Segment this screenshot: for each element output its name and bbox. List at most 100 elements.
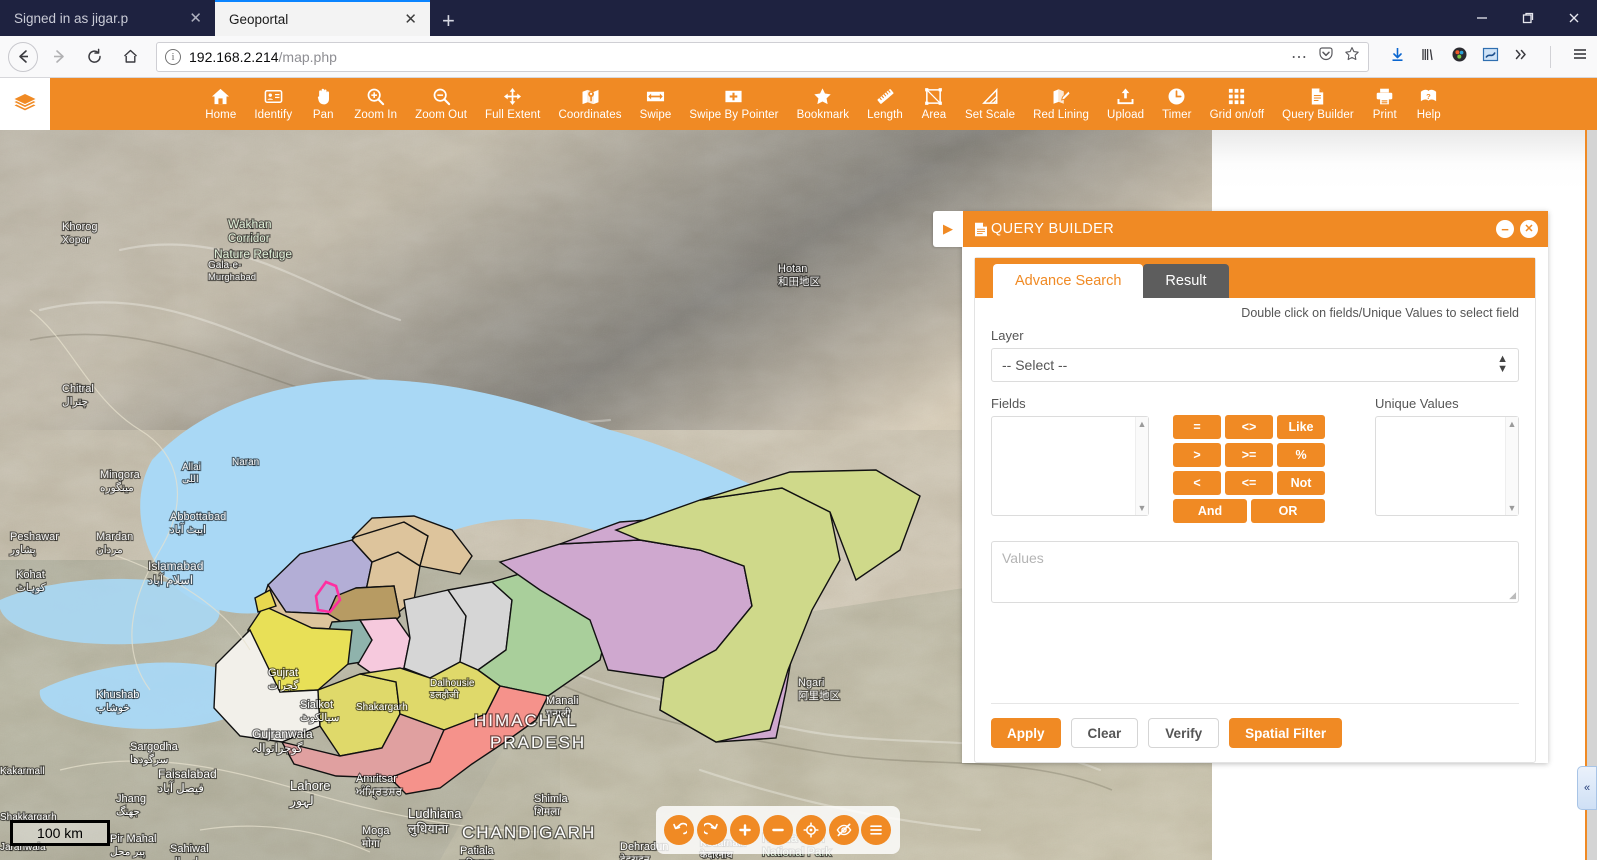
- downloads-icon[interactable]: [1389, 46, 1406, 68]
- toolbar-item-grid[interactable]: Grid on/off: [1201, 83, 1274, 125]
- toolbar-item-swipe-by-pointer[interactable]: Swipe By Pointer: [680, 83, 787, 125]
- overflow-icon[interactable]: [1513, 46, 1530, 68]
- map-label-sub: اللی: [182, 474, 199, 485]
- toolbar-item-area[interactable]: Area: [912, 83, 956, 125]
- resize-grip-icon[interactable]: ◢: [1509, 590, 1516, 601]
- app-toolbar-items: Home Identify Pan Zoom In Zoom Out Full …: [50, 78, 1597, 130]
- library-icon[interactable]: [1420, 46, 1437, 68]
- window-controls: [1459, 0, 1597, 36]
- clear-button[interactable]: Clear: [1070, 718, 1139, 748]
- query-builder-footer: Apply Clear Verify Spatial Filter: [991, 703, 1519, 762]
- operator-less-equal[interactable]: <=: [1225, 471, 1273, 495]
- toolbar-item-home[interactable]: Home: [196, 83, 245, 125]
- map-label: Khorog: [62, 221, 97, 233]
- back-button[interactable]: [8, 41, 38, 72]
- operator-equals[interactable]: =: [1173, 415, 1221, 439]
- toolbar-item-print[interactable]: Print: [1363, 83, 1407, 125]
- home-button[interactable]: [114, 41, 146, 73]
- scroll-down-icon: ▼: [1137, 503, 1147, 513]
- toolbar-item-help[interactable]: ? Help: [1407, 83, 1451, 125]
- operator-greater-equal[interactable]: >=: [1225, 443, 1273, 467]
- apply-button[interactable]: Apply: [991, 718, 1061, 748]
- map-label-sub: ساہیوال: [170, 856, 207, 860]
- operator-like[interactable]: Like: [1277, 415, 1325, 439]
- hand-icon: [314, 87, 333, 106]
- toolbar-item-bookmark[interactable]: Bookmark: [788, 83, 859, 125]
- address-bar[interactable]: i 192.168.2.214/map.php ⋯: [156, 41, 1369, 72]
- pocket-icon[interactable]: [1318, 46, 1334, 67]
- operator-and[interactable]: And: [1173, 499, 1247, 523]
- menu-icon[interactable]: [1571, 45, 1589, 68]
- undo-button[interactable]: [664, 815, 695, 845]
- minimize-panel-button[interactable]: −: [1496, 220, 1514, 238]
- right-scroll-strip[interactable]: [1585, 130, 1597, 860]
- verify-button[interactable]: Verify: [1148, 718, 1220, 748]
- minimize-window-button[interactable]: [1459, 0, 1505, 36]
- scroll-down-icon: ▼: [1507, 503, 1517, 513]
- close-icon[interactable]: ✕: [401, 12, 420, 27]
- unique-values-listbox[interactable]: ▲ ▼: [1375, 416, 1519, 516]
- toolbar-item-query-builder[interactable]: Query Builder: [1273, 83, 1363, 125]
- toolbar-item-length[interactable]: Length: [858, 83, 912, 125]
- toolbar-item-red-lining[interactable]: Red Lining: [1024, 83, 1098, 125]
- star-icon[interactable]: [1344, 46, 1360, 67]
- operator-not[interactable]: Not: [1277, 471, 1325, 495]
- map-label-sub: سرگودھا: [130, 753, 169, 766]
- unique-values-scrollbar[interactable]: ▲ ▼: [1505, 417, 1518, 515]
- close-panel-button[interactable]: ✕: [1520, 220, 1538, 238]
- locate-button[interactable]: [795, 815, 826, 845]
- maximize-window-button[interactable]: [1505, 0, 1551, 36]
- scroll-up-icon: ▲: [1507, 419, 1517, 429]
- tab-result[interactable]: Result: [1143, 264, 1229, 298]
- values-textarea[interactable]: Values ◢: [991, 541, 1519, 603]
- toolbar-item-zoom-out[interactable]: Zoom Out: [406, 83, 476, 125]
- layer-select[interactable]: -- Select -- ▲ ▼: [991, 348, 1519, 382]
- close-icon[interactable]: ✕: [186, 11, 205, 26]
- map-label: Mardan: [96, 531, 133, 543]
- toolbar-item-swipe[interactable]: Swipe: [631, 83, 681, 125]
- map-label: Khushab: [96, 689, 139, 701]
- toolbar-item-identify[interactable]: Identify: [245, 83, 301, 125]
- operator-percent[interactable]: %: [1277, 443, 1325, 467]
- toolbar-item-label: Identify: [254, 109, 293, 121]
- fields-scrollbar[interactable]: ▲ ▼: [1135, 417, 1148, 515]
- form-hint: Double click on fields/Unique Values to …: [1241, 306, 1519, 320]
- account-icon[interactable]: [1451, 46, 1468, 68]
- sidebar-collapse-handle[interactable]: «: [1577, 766, 1597, 810]
- operator-greater[interactable]: >: [1173, 443, 1221, 467]
- extension-icon[interactable]: [1482, 46, 1499, 68]
- close-window-button[interactable]: [1551, 0, 1597, 36]
- map-region-label: CHANDIGARH: [462, 823, 596, 842]
- map-label: Wakhan: [228, 217, 272, 231]
- toolbar-item-coordinates[interactable]: Coordinates: [549, 83, 630, 125]
- page-actions-icon[interactable]: ⋯: [1291, 47, 1308, 67]
- query-builder-expand-handle[interactable]: ▶: [933, 211, 963, 247]
- spatial-filter-button[interactable]: Spatial Filter: [1229, 718, 1343, 748]
- zoom-out-button[interactable]: [762, 815, 793, 845]
- map-label-sub: डलहौजी: [429, 689, 459, 701]
- layers-icon[interactable]: [0, 78, 50, 130]
- map-region-label: HIMACHAL: [474, 711, 578, 730]
- list-button[interactable]: [861, 815, 892, 845]
- operator-less[interactable]: <: [1173, 471, 1221, 495]
- fields-listbox[interactable]: ▲ ▼: [991, 416, 1149, 516]
- tab-advance-search[interactable]: Advance Search: [993, 264, 1144, 298]
- toolbar-item-timer[interactable]: Timer: [1153, 83, 1200, 125]
- toolbar-item-upload[interactable]: Upload: [1098, 83, 1153, 125]
- operator-or[interactable]: OR: [1251, 499, 1325, 523]
- reload-button[interactable]: [78, 41, 110, 73]
- forward-button[interactable]: [42, 41, 74, 73]
- zoom-in-button[interactable]: [730, 815, 761, 845]
- redo-button[interactable]: [697, 815, 728, 845]
- browser-navbar: i 192.168.2.214/map.php ⋯: [0, 36, 1597, 78]
- operator-not-equals[interactable]: <>: [1225, 415, 1273, 439]
- toolbar-item-pan[interactable]: Pan: [301, 83, 345, 125]
- toolbar-item-full-extent[interactable]: Full Extent: [476, 83, 549, 125]
- eye-slash-icon[interactable]: [828, 815, 859, 845]
- info-icon[interactable]: i: [165, 48, 181, 65]
- browser-tab-1[interactable]: Geoportal ✕: [215, 0, 430, 36]
- toolbar-item-set-scale[interactable]: Set Scale: [956, 83, 1024, 125]
- browser-tab-0[interactable]: Signed in as jigar.p ✕: [0, 0, 215, 36]
- new-tab-button[interactable]: +: [430, 10, 467, 36]
- toolbar-item-zoom-in[interactable]: Zoom In: [345, 83, 406, 125]
